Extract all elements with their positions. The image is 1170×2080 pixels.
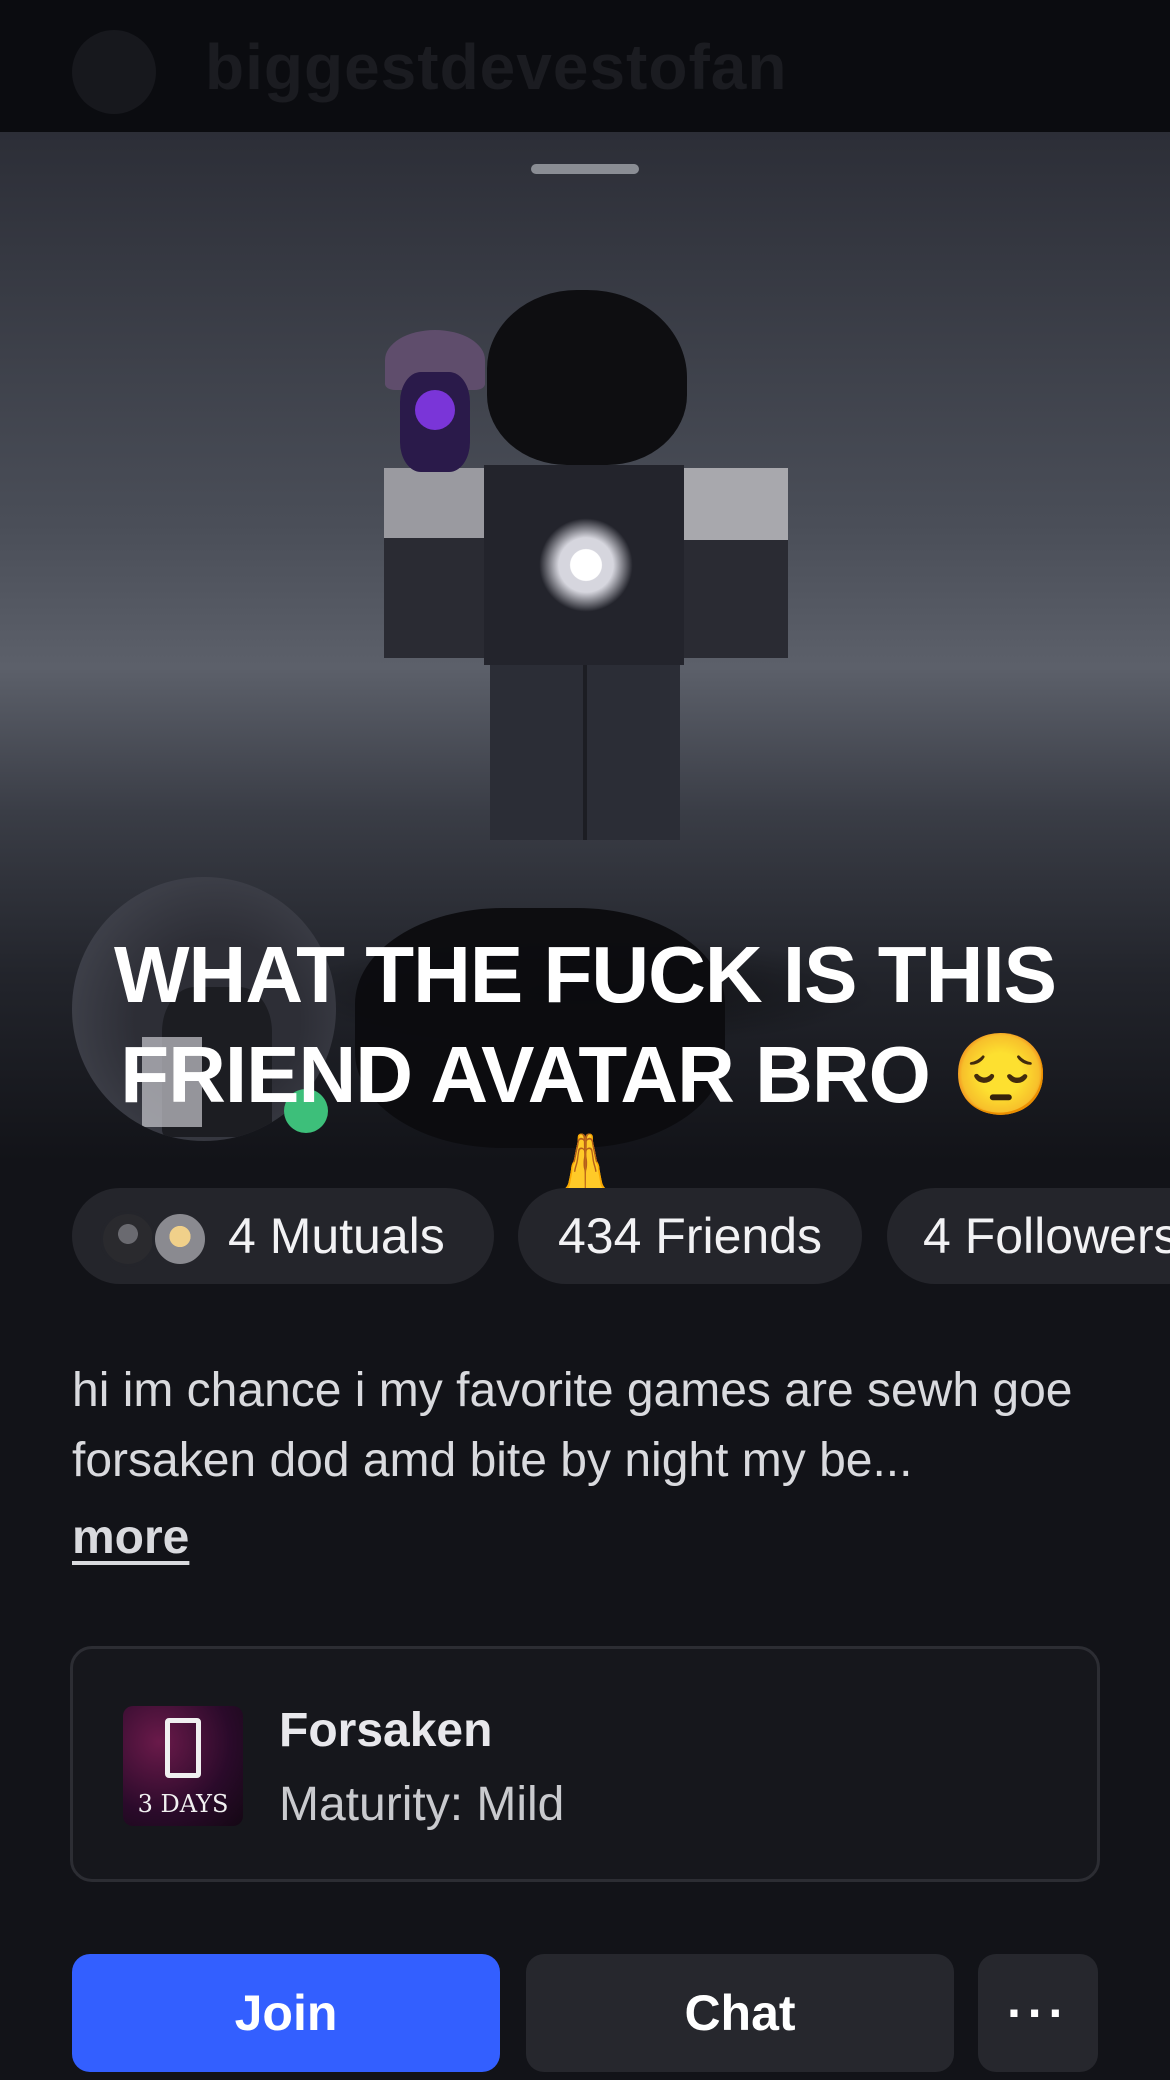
chat-button[interactable]: Chat	[526, 1954, 954, 2072]
shoulder-plush	[385, 330, 485, 475]
more-options-button[interactable]: ···	[978, 1954, 1098, 2072]
mutuals-pill[interactable]: 4 Mutuals	[72, 1188, 494, 1284]
avatar-legs	[490, 665, 680, 840]
mutual-avatar	[152, 1211, 208, 1267]
bio-more-link[interactable]: more	[72, 1510, 189, 1565]
avatar-right-arm	[684, 468, 788, 658]
followers-pill[interactable]: 4 Followers	[887, 1188, 1170, 1284]
friends-label: 434 Friends	[557, 1208, 823, 1264]
current-game-card[interactable]: 3 DAYS Forsaken Maturity: Mild	[70, 1646, 1100, 1882]
mutuals-label: 4 Mutuals	[228, 1208, 445, 1264]
friends-pill[interactable]: 434 Friends	[518, 1188, 862, 1284]
game-title: Forsaken	[279, 1704, 493, 1757]
mutual-avatar	[100, 1211, 156, 1267]
display-name: WHAT THE FUCK IS THIS FRIEND AVATAR BRO …	[114, 930, 1057, 1219]
avatar-left-arm	[384, 468, 484, 658]
join-button[interactable]: Join	[72, 1954, 500, 2072]
avatar-hair	[487, 290, 687, 465]
game-thumbnail: 3 DAYS	[123, 1706, 243, 1826]
followers-label: 4 Followers	[923, 1208, 1170, 1264]
game-maturity: Maturity: Mild	[279, 1778, 565, 1831]
sun-emblem-icon	[531, 510, 641, 620]
game-thumb-text: 3 DAYS	[137, 1790, 229, 1818]
hourglass-icon	[165, 1718, 201, 1778]
bio-text: hi im chance i my favorite games are sew…	[72, 1364, 1073, 1487]
